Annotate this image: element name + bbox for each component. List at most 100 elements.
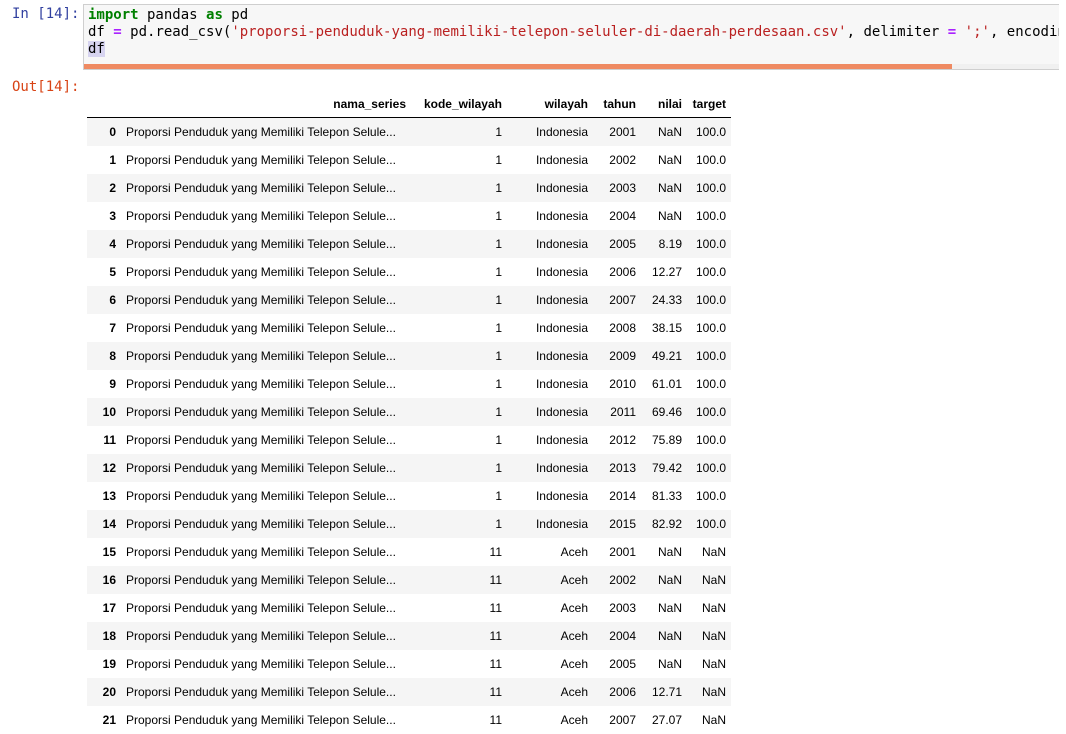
- col-header-target: target: [687, 90, 731, 118]
- cell-kode-wilayah: 1: [495, 376, 502, 391]
- row-index: 15: [102, 544, 116, 559]
- table-row: 10 Proporsi Penduduk yang Memiliki Telepo…: [87, 397, 731, 426]
- row-index: 5: [109, 264, 116, 279]
- cell-tahun: 2015: [609, 516, 636, 531]
- index-header: [87, 90, 121, 118]
- cell-tahun: 2008: [609, 320, 636, 335]
- col-header-wilayah: wilayah: [507, 90, 593, 118]
- cell-nama-series: Proporsi Penduduk yang Memiliki Telepon …: [126, 460, 396, 475]
- table-row: 20 Proporsi Penduduk yang Memiliki Telepo…: [87, 677, 731, 706]
- cell-wilayah: Indonesia: [535, 320, 588, 335]
- cell-wilayah: Indonesia: [535, 152, 588, 167]
- cell-target: 100.0: [695, 404, 726, 419]
- table-row: 11 Proporsi Penduduk yang Memiliki Telepo…: [87, 426, 731, 454]
- row-index: 7: [109, 320, 116, 335]
- cell-nama-series: Proporsi Penduduk yang Memiliki Telepon …: [126, 600, 396, 615]
- cell-wilayah: Indonesia: [535, 236, 588, 251]
- cell-wilayah: Aceh: [560, 572, 588, 587]
- row-index: 12: [102, 460, 116, 475]
- cell-kode-wilayah: 1: [495, 432, 502, 447]
- code-editor[interactable]: import pandas as pd df = pd.read_csv('pr…: [83, 4, 1059, 70]
- row-index: 1: [109, 152, 116, 167]
- cell-target: 100.0: [695, 208, 726, 223]
- table-row: 5 Proporsi Penduduk yang Memiliki Telepon…: [87, 258, 731, 286]
- cell-wilayah: Aceh: [560, 544, 588, 559]
- cell-kode-wilayah: 1: [495, 292, 502, 307]
- cell-nilai: 38.15: [651, 320, 682, 335]
- row-index: 11: [103, 432, 116, 447]
- cell-nilai: NaN: [657, 180, 682, 195]
- horizontal-scrollbar-thumb[interactable]: [84, 64, 952, 69]
- cell-nilai: 12.71: [651, 684, 682, 699]
- cell-tahun: 2002: [609, 152, 636, 167]
- cell-target: 100.0: [695, 124, 726, 139]
- cell-kode-wilayah: 11: [489, 684, 502, 699]
- cell-tahun: 2006: [609, 264, 636, 279]
- cell-tahun: 2009: [609, 348, 636, 363]
- table-row: 21 Proporsi Penduduk yang Memiliki Telepo…: [87, 706, 731, 734]
- cell-kode-wilayah: 1: [495, 180, 502, 195]
- string-filename: 'proporsi-penduduk-yang-memiliki-telepon…: [231, 24, 847, 40]
- table-row: 15 Proporsi Penduduk yang Memiliki Telepo…: [87, 538, 731, 566]
- cell-target: 100.0: [695, 516, 726, 531]
- cell-wilayah: Aceh: [560, 656, 588, 671]
- horizontal-scrollbar-track[interactable]: [952, 64, 1059, 69]
- table-row: 18 Proporsi Penduduk yang Memiliki Telepo…: [87, 621, 731, 650]
- string-delimiter: ';': [964, 24, 990, 40]
- col-header-tahun: tahun: [593, 90, 641, 118]
- cell-target: NaN: [701, 628, 726, 643]
- cell-kode-wilayah: 1: [495, 124, 502, 139]
- operator-assign: =: [113, 24, 122, 40]
- module-alias: pd: [222, 7, 249, 23]
- cell-nilai: NaN: [657, 544, 682, 559]
- row-index: 10: [102, 404, 116, 419]
- cell-tahun: 2005: [609, 236, 636, 251]
- cell-nilai: 81.33: [651, 488, 682, 503]
- code-text[interactable]: import pandas as pd df = pd.read_csv('pr…: [88, 7, 1059, 58]
- cell-kode-wilayah: 1: [495, 264, 502, 279]
- cell-nilai: 49.21: [651, 348, 682, 363]
- cell-nama-series: Proporsi Penduduk yang Memiliki Telepon …: [126, 488, 396, 503]
- cell-nilai: 27.07: [651, 712, 682, 727]
- table-row: 19 Proporsi Penduduk yang Memiliki Telepo…: [87, 650, 731, 678]
- cell-target: 100.0: [695, 180, 726, 195]
- cell-kode-wilayah: 1: [495, 320, 502, 335]
- col-header-nilai: nilai: [641, 90, 687, 118]
- cell-target: NaN: [701, 656, 726, 671]
- cell-kode-wilayah: 1: [495, 152, 502, 167]
- row-index: 17: [102, 600, 116, 615]
- row-index: 4: [109, 236, 116, 251]
- table-row: 0 Proporsi Penduduk yang Memiliki Telepon…: [87, 117, 731, 146]
- cell-kode-wilayah: 11: [489, 600, 502, 615]
- cell-wilayah: Indonesia: [535, 404, 588, 419]
- cell-nama-series: Proporsi Penduduk yang Memiliki Telepon …: [126, 684, 396, 699]
- dataframe-table: nama_series kode_wilayah wilayah tahun nilai…: [87, 90, 731, 734]
- module-name: pandas: [138, 7, 207, 23]
- cell-wilayah: Aceh: [560, 628, 588, 643]
- cell-kode-wilayah: 1: [495, 236, 502, 251]
- cell-nama-series: Proporsi Penduduk yang Memiliki Telepon …: [126, 516, 396, 531]
- table-row: 12 Proporsi Penduduk yang Memiliki Telepo…: [87, 453, 731, 482]
- cell-tahun: 2013: [609, 460, 636, 475]
- cell-wilayah: Indonesia: [535, 376, 588, 391]
- cell-nilai: NaN: [657, 208, 682, 223]
- code-var: df: [88, 24, 114, 40]
- code-call: pd.read_csv(: [121, 24, 232, 40]
- cell-target: 100.0: [695, 348, 726, 363]
- cell-wilayah: Indonesia: [535, 124, 588, 139]
- cell-nama-series: Proporsi Penduduk yang Memiliki Telepon …: [126, 292, 396, 307]
- table-row: 17 Proporsi Penduduk yang Memiliki Telepo…: [87, 594, 731, 622]
- row-index: 19: [102, 656, 116, 671]
- table-row: 2 Proporsi Penduduk yang Memiliki Telepon…: [87, 173, 731, 202]
- table-row: 4 Proporsi Penduduk yang Memiliki Telepon…: [87, 229, 731, 258]
- cell-target: NaN: [701, 684, 726, 699]
- table-row: 7 Proporsi Penduduk yang Memiliki Telepon…: [87, 314, 731, 342]
- cell-target: NaN: [701, 712, 726, 727]
- cell-target: NaN: [701, 572, 726, 587]
- cell-nilai: NaN: [657, 124, 682, 139]
- cell-nama-series: Proporsi Penduduk yang Memiliki Telepon …: [126, 348, 396, 363]
- cell-wilayah: Aceh: [560, 684, 588, 699]
- cell-nilai: 79.42: [651, 460, 682, 475]
- cell-target: 100.0: [695, 432, 726, 447]
